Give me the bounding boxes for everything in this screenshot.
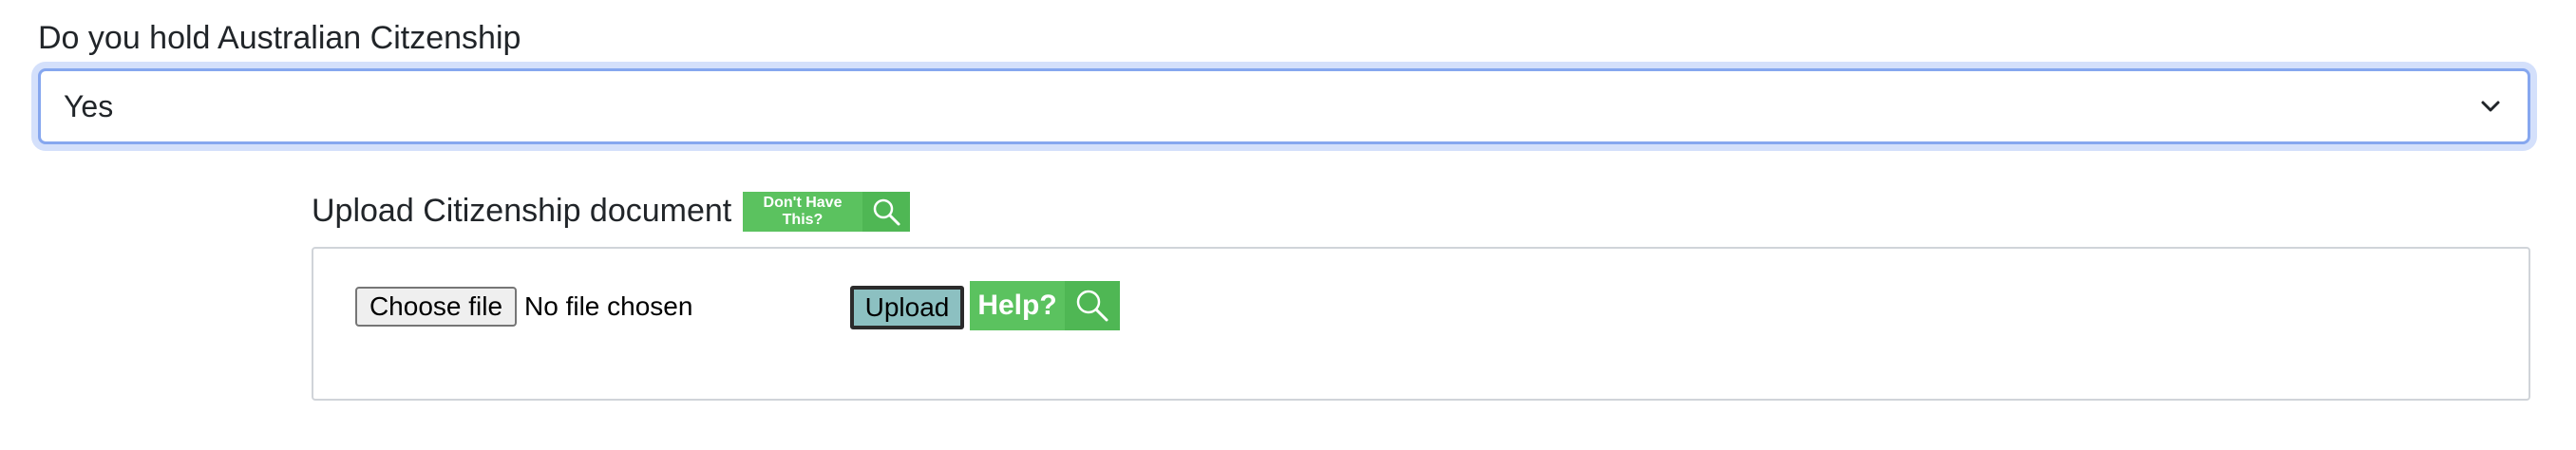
choose-file-button[interactable]: Choose file: [355, 287, 517, 327]
upload-button[interactable]: Upload: [850, 286, 964, 329]
citizenship-select[interactable]: Yes: [38, 68, 2530, 144]
chevron-down-icon: [2478, 94, 2503, 119]
help-button[interactable]: Help?: [970, 281, 1120, 330]
search-icon: [862, 192, 910, 232]
upload-document-label: Upload Citizenship document: [312, 193, 732, 229]
citizenship-form: Do you hold Australian Citzenship Yes Up…: [0, 0, 2576, 450]
dont-have-this-label: Don't Have This?: [763, 195, 843, 228]
file-status-text: No file chosen: [524, 291, 693, 321]
dont-have-this-button[interactable]: Don't Have This?: [743, 192, 910, 232]
citizenship-select-value: Yes: [64, 89, 114, 123]
citizenship-question-label: Do you hold Australian Citzenship: [38, 20, 521, 56]
help-label: Help?: [977, 290, 1057, 321]
search-icon: [1065, 281, 1120, 330]
